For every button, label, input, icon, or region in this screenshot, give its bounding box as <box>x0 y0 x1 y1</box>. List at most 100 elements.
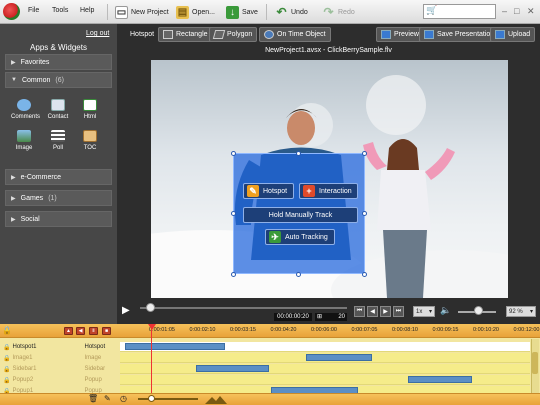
widget-contact[interactable]: Contact <box>45 99 71 120</box>
minimize-icon[interactable]: – <box>502 6 507 16</box>
lock-icon[interactable]: 🔒 <box>3 355 10 362</box>
ruler-tick-label: 0:00:10:20 <box>473 327 499 333</box>
resize-handle[interactable] <box>231 151 236 156</box>
widget-label: TOC <box>83 145 97 151</box>
save-button[interactable]: ↓ Save <box>226 3 258 21</box>
menu-help[interactable]: Help <box>80 7 94 14</box>
preview-button[interactable]: Preview <box>376 27 424 42</box>
stop-button[interactable]: ■ <box>102 327 111 335</box>
interaction-button[interactable]: + Interaction <box>299 183 358 199</box>
widget-label: Comments <box>11 114 41 120</box>
play-icon[interactable]: ▶ <box>122 305 130 316</box>
speed-value: 1x <box>416 308 423 315</box>
volume-thumb[interactable] <box>474 306 483 315</box>
timeline-row-label[interactable]: 🔒 Hotspot1 Hotspot <box>0 342 120 352</box>
timeline-zoom-track[interactable] <box>138 398 198 400</box>
row-name: Hotspot1 <box>12 344 37 350</box>
widget-html[interactable]: Html <box>77 99 103 120</box>
resize-handle[interactable] <box>362 151 367 156</box>
move-up-button[interactable]: ▲ <box>64 327 73 335</box>
widget-toc[interactable]: TOC <box>77 130 103 151</box>
menu-file[interactable]: File <box>28 7 39 14</box>
open-button[interactable]: ▤ Open... <box>176 3 215 21</box>
save-icon: ↓ <box>226 5 239 19</box>
on-time-object-button[interactable]: On Time Object <box>259 27 331 42</box>
skip-start-button[interactable]: ⏮ <box>354 306 365 317</box>
play-icon <box>381 30 391 39</box>
timeline-row-track[interactable] <box>120 353 530 363</box>
lock-icon[interactable]: 🔒 <box>2 326 12 335</box>
hotspot-action-button[interactable]: ✎ Hotspot <box>243 183 294 199</box>
skip-end-button[interactable]: ⏭ <box>393 306 404 317</box>
timeline-clip[interactable] <box>125 343 225 350</box>
sidebar-title: Apps & Widgets <box>30 43 87 52</box>
timeline-zoom-thumb[interactable] <box>148 395 155 402</box>
timeline-clip[interactable] <box>306 354 372 361</box>
seek-track[interactable] <box>140 307 347 309</box>
zoom-value: 92 % <box>509 308 523 315</box>
volume-icon[interactable]: 🔈 <box>440 305 451 316</box>
logout-link[interactable]: Log out <box>86 30 109 37</box>
clock-icon[interactable]: ◷ <box>120 394 127 403</box>
section-label: e-Commerce <box>20 173 62 181</box>
row-type: Sidebar <box>84 366 106 372</box>
save-presentation-button[interactable]: Save Presentation <box>419 27 500 42</box>
timeline-row-label[interactable]: 🔒 Image1 Image <box>0 353 120 363</box>
cart-icon[interactable]: 🛒 <box>426 5 437 16</box>
auto-tracking-button[interactable]: ✈ Auto Tracking <box>265 229 335 245</box>
playhead[interactable] <box>151 324 152 396</box>
resize-handle[interactable] <box>362 211 367 216</box>
redo-label: Redo <box>338 8 355 16</box>
timeline-row-track[interactable] <box>120 342 530 352</box>
speed-select[interactable]: 1x ▾ <box>413 306 435 317</box>
sidebar-section-common[interactable]: ▼ Common (6) <box>5 72 112 88</box>
widget-image[interactable]: Image <box>11 130 37 151</box>
resize-handle[interactable] <box>362 272 367 277</box>
resize-handle[interactable] <box>231 272 236 277</box>
sidebar-section-favorites[interactable]: ▶ Favorites <box>5 54 112 70</box>
lock-icon[interactable]: 🔒 <box>3 377 10 384</box>
collapsed-arrow-icon: ▶ <box>11 216 16 223</box>
step-forward-button[interactable]: ▶ <box>380 306 391 317</box>
sidebar-section-games[interactable]: ▶ Games (1) <box>5 190 112 206</box>
widget-comments[interactable]: Comments <box>11 99 41 120</box>
resize-handle[interactable] <box>296 272 301 277</box>
sidebar-section-social[interactable]: ▶ Social <box>5 211 112 227</box>
sidebar-section-ecommerce[interactable]: ▶ e-Commerce <box>5 169 112 185</box>
timeline-row-label[interactable]: 🔒 Popup2 Popup <box>0 375 120 385</box>
edit-icon[interactable]: ✎ <box>104 394 111 403</box>
timeline-clip[interactable] <box>408 376 472 383</box>
pause-button[interactable]: Ⅱ <box>89 327 98 335</box>
upload-button[interactable]: Upload <box>490 27 536 42</box>
polygon-label: Polygon <box>227 31 253 38</box>
lock-icon[interactable]: 🔒 <box>3 344 10 351</box>
widget-label: Contact <box>47 114 69 120</box>
zoom-select[interactable]: 92 % ▾ <box>506 306 536 317</box>
undo-button[interactable]: ↶ Undo <box>275 3 307 21</box>
lock-icon[interactable]: 🔒 <box>3 366 10 373</box>
delete-icon[interactable]: 🗑 <box>88 394 98 403</box>
new-project-button[interactable]: ▭ New Project <box>115 3 169 21</box>
seek-thumb[interactable] <box>146 303 155 312</box>
timeline-scroll-thumb[interactable] <box>532 352 538 374</box>
menu-tools[interactable]: Tools <box>52 7 68 14</box>
hold-manually-track-button[interactable]: Hold Manually Track <box>243 207 358 223</box>
timeline-row-track[interactable] <box>120 364 530 374</box>
resize-handle[interactable] <box>231 211 236 216</box>
close-icon[interactable]: ✕ <box>527 6 535 17</box>
rewind-button[interactable]: ◀ <box>76 327 85 335</box>
step-back-button[interactable]: ◀ <box>367 306 378 317</box>
timeline-clip[interactable] <box>196 365 269 372</box>
chevron-down-icon: ▾ <box>428 309 432 315</box>
timeline-row-track[interactable] <box>120 375 530 385</box>
playhead-marker[interactable] <box>148 324 156 330</box>
widget-label: Poll <box>52 145 63 151</box>
maximize-icon[interactable]: □ <box>514 6 519 16</box>
row-type: Popup <box>84 377 102 383</box>
widget-poll[interactable]: Poll <box>45 130 71 151</box>
timeline-row-label[interactable]: 🔒 Sidebar1 Sidebar <box>0 364 120 374</box>
redo-button[interactable]: ↷ Redo <box>322 3 355 21</box>
polygon-tool-button[interactable]: Polygon <box>209 27 258 42</box>
rectangle-tool-button[interactable]: Rectangle <box>158 27 213 42</box>
resize-handle[interactable] <box>296 151 301 156</box>
